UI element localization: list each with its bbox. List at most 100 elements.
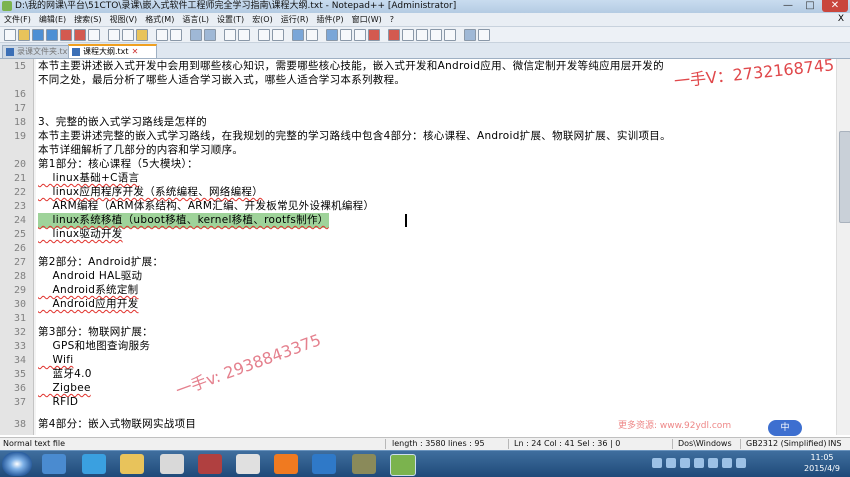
browser-taskbar-icon[interactable] <box>82 454 106 474</box>
editor-line: 34 Wifi <box>0 353 830 368</box>
close-all-icon[interactable] <box>74 29 86 41</box>
start-button[interactable] <box>2 452 32 476</box>
cloud-taskbar-icon[interactable] <box>312 454 336 474</box>
encoding-label[interactable]: GB2312 (Simplified) <box>746 438 827 450</box>
paste-icon[interactable] <box>136 29 148 41</box>
menu-macro[interactable]: 宏(O) <box>248 13 277 26</box>
menu-run[interactable]: 运行(R) <box>277 13 313 26</box>
menu-format[interactable]: 格式(M) <box>141 13 178 26</box>
media-taskbar-icon[interactable] <box>198 454 222 474</box>
recorder-taskbar-icon[interactable] <box>274 454 298 474</box>
ie-taskbar-icon[interactable] <box>42 454 66 474</box>
line-number: 24 <box>13 215 26 226</box>
line-text: RFID <box>38 396 79 408</box>
play-macro-icon[interactable] <box>416 29 428 41</box>
tray-app-icon[interactable] <box>722 458 732 468</box>
editor-line: 30 Android应用开发 <box>0 297 830 312</box>
menu-language[interactable]: 语言(L) <box>178 13 213 26</box>
new-file-icon[interactable] <box>4 29 16 41</box>
record-macro-icon[interactable] <box>388 29 400 41</box>
text-editor[interactable]: 15 本节主要讲述嵌入式开发中会用到哪些核心知识，需要哪些核心技能，嵌入式开发和A… <box>0 59 850 435</box>
tray-app-icon[interactable] <box>736 458 746 468</box>
tray-app-icon[interactable] <box>708 458 718 468</box>
tray-ime-icon[interactable] <box>652 458 662 468</box>
title-bar: D:\我的网课\平台\51CTO\录课\嵌入式软件工程师完全学习指南\课程大纲.… <box>0 0 850 14</box>
save-macro-icon[interactable] <box>444 29 456 41</box>
close-window-button[interactable]: ✕ <box>822 0 848 12</box>
redo-icon[interactable] <box>170 29 182 41</box>
undo-icon[interactable] <box>156 29 168 41</box>
vertical-scrollbar[interactable] <box>836 59 850 435</box>
editor-line: 31 <box>0 311 830 326</box>
menu-plugins[interactable]: 插件(P) <box>313 13 348 26</box>
tray-network-icon[interactable] <box>666 458 676 468</box>
save-icon[interactable] <box>32 29 44 41</box>
replace-icon[interactable] <box>204 29 216 41</box>
line-number: 19 <box>13 131 26 142</box>
line-text: 3、完整的嵌入式学习路线是怎样的 <box>38 116 207 128</box>
doc-map-icon[interactable] <box>354 29 366 41</box>
word-wrap-icon[interactable] <box>292 29 304 41</box>
notepadpp-app-icon <box>2 1 12 11</box>
find-icon[interactable] <box>190 29 202 41</box>
line-text: Zigbee <box>38 382 91 394</box>
app-taskbar-icon[interactable] <box>160 454 184 474</box>
sync-vertical-icon[interactable] <box>258 29 270 41</box>
file-saved-icon <box>72 48 80 56</box>
line-number: 21 <box>13 173 26 184</box>
editor-line: 23 ARM编程（ARM体系结构、ARM汇编、开发板常见外设裸机编程） <box>0 199 830 214</box>
ime-indicator[interactable]: 中 <box>768 420 802 436</box>
cut-icon[interactable] <box>108 29 120 41</box>
copy-icon[interactable] <box>122 29 134 41</box>
menu-edit[interactable]: 编辑(E) <box>35 13 70 26</box>
indent-guide-icon[interactable] <box>326 29 338 41</box>
system-tray <box>652 458 792 470</box>
tray-volume-icon[interactable] <box>680 458 690 468</box>
tab-course-outline[interactable]: 课程大纲.txt ✕ <box>68 44 157 58</box>
eol-format-label[interactable]: Dos\Windows <box>678 438 732 450</box>
plugin-icon[interactable] <box>478 29 490 41</box>
clock-time[interactable]: 11:05 <box>798 453 846 462</box>
zoom-in-icon[interactable] <box>224 29 236 41</box>
watermark-resource-site: 更多资源: www.92ydl.com <box>618 421 732 431</box>
scrollbar-thumb[interactable] <box>839 131 850 223</box>
notepadpp-taskbar-icon[interactable] <box>390 454 416 476</box>
line-text: 本节主要讲述嵌入式开发中会用到哪些核心知识，需要哪些核心技能，嵌入式开发和And… <box>38 60 664 72</box>
terminal-taskbar-icon[interactable] <box>352 454 376 474</box>
menu-window[interactable]: 窗口(W) <box>348 13 386 26</box>
menu-bar: 文件(F) 编辑(E) 搜索(S) 视图(V) 格式(M) 语言(L) 设置(T) 宏(O) 运… <box>0 13 850 27</box>
sync-horizontal-icon[interactable] <box>272 29 284 41</box>
length-label: length : 3580 <box>392 439 446 448</box>
zoom-out-icon[interactable] <box>238 29 250 41</box>
menu-help[interactable]: ? <box>386 13 398 26</box>
menu-file[interactable]: 文件(F) <box>0 13 35 26</box>
clock-date[interactable]: 2015/4/9 <box>798 464 846 473</box>
maximize-button[interactable]: □ <box>800 0 820 12</box>
show-all-chars-icon[interactable] <box>306 29 318 41</box>
menu-view[interactable]: 视图(V) <box>105 13 141 26</box>
tray-flag-icon[interactable] <box>694 458 704 468</box>
run-macro-multiple-icon[interactable] <box>430 29 442 41</box>
close-file-icon[interactable] <box>60 29 72 41</box>
user-lang-icon[interactable] <box>340 29 352 41</box>
line-number: 15 <box>13 61 26 72</box>
line-text: GPS和地图查询服务 <box>38 340 151 352</box>
editor-line: 21 linux基础+C语言 <box>0 171 830 186</box>
stop-macro-icon[interactable] <box>402 29 414 41</box>
editor-line: 19 本节主要讲述完整的嵌入式学习路线，在我规划的完整的学习路线中包含4部分：核心… <box>0 129 830 144</box>
open-file-icon[interactable] <box>18 29 30 41</box>
line-text: 蓝牙4.0 <box>38 368 92 380</box>
spell-check-icon[interactable] <box>464 29 476 41</box>
tab-close-icon[interactable]: ✕ <box>132 47 139 56</box>
explorer-taskbar-icon[interactable] <box>120 454 144 474</box>
qq-taskbar-icon[interactable] <box>236 454 260 474</box>
function-list-icon[interactable] <box>368 29 380 41</box>
minimize-button[interactable]: — <box>778 0 798 12</box>
menu-settings[interactable]: 设置(T) <box>213 13 248 26</box>
line-text: 本节主要讲述完整的嵌入式学习路线，在我规划的完整的学习路线中包含4部分：核心课程… <box>38 130 671 142</box>
save-all-icon[interactable] <box>46 29 58 41</box>
menu-search[interactable]: 搜索(S) <box>70 13 105 26</box>
print-icon[interactable] <box>88 29 100 41</box>
close-document-x[interactable]: X <box>838 13 844 26</box>
line-number: 17 <box>13 103 26 114</box>
